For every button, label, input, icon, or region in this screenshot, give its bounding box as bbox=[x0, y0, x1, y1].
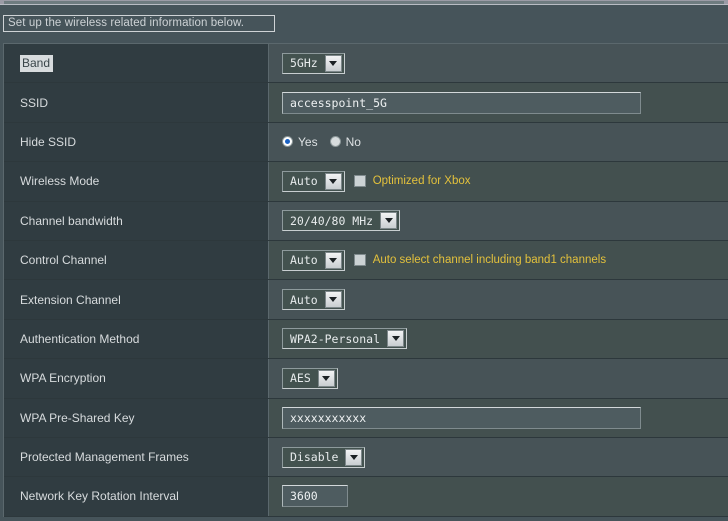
radio-option-label: No bbox=[345, 134, 361, 149]
chevron-down-icon[interactable] bbox=[324, 172, 342, 190]
settings-row-ssid: SSID accesspoint_5G bbox=[4, 83, 728, 123]
settings-row-wpa-pre-shared-key: WPA Pre-Shared Key xxxxxxxxxxx bbox=[4, 398, 728, 438]
select-band[interactable]: 5GHz bbox=[282, 52, 345, 74]
chevron-down-icon[interactable] bbox=[380, 212, 398, 230]
chevron-down-icon[interactable] bbox=[387, 330, 405, 348]
row-label-wpa-encryption: WPA Encryption bbox=[4, 359, 269, 398]
row-label-text: Hide SSID bbox=[20, 134, 77, 149]
select-value-channel-bandwidth: 20/40/80 MHz bbox=[290, 213, 374, 228]
settings-row-authentication-method: Authentication Method WPA2-Personal bbox=[4, 319, 728, 360]
section-heading: Set up the wireless related information … bbox=[3, 15, 275, 32]
row-value-channel-bandwidth: 20/40/80 MHz bbox=[269, 201, 728, 240]
row-label-control-channel: Control Channel bbox=[4, 240, 269, 280]
row-label-text: WPA Encryption bbox=[20, 371, 106, 386]
select-protected-management-frames[interactable]: Disable bbox=[282, 446, 366, 468]
row-value-band: 5GHz bbox=[269, 44, 728, 83]
row-label-network-key-rotation-interval: Network Key Rotation Interval bbox=[4, 477, 269, 516]
row-label-hide-ssid: Hide SSID bbox=[4, 122, 269, 162]
wireless-settings-page: Set up the wireless related information … bbox=[0, 5, 728, 521]
row-label-extension-channel: Extension Channel bbox=[4, 280, 269, 319]
row-value-ssid: accesspoint_5G bbox=[269, 83, 728, 122]
row-label-text: Channel bandwidth bbox=[20, 213, 123, 228]
row-label-text: Authentication Method bbox=[20, 331, 140, 346]
radio-option-hide-ssid-no[interactable]: No bbox=[329, 134, 361, 149]
select-value-extension-channel: Auto bbox=[290, 292, 318, 307]
settings-row-hide-ssid: Hide SSID Yes No bbox=[4, 122, 728, 163]
row-value-wpa-pre-shared-key: xxxxxxxxxxx bbox=[269, 398, 728, 437]
select-channel-bandwidth[interactable]: 20/40/80 MHz bbox=[282, 210, 401, 232]
row-label-text: WPA Pre-Shared Key bbox=[20, 410, 135, 425]
select-extension-channel[interactable]: Auto bbox=[282, 289, 345, 311]
radio-icon[interactable] bbox=[282, 136, 293, 148]
chevron-down-icon[interactable] bbox=[324, 251, 342, 269]
radio-option-label: Yes bbox=[298, 134, 318, 149]
row-label-text: Extension Channel bbox=[20, 292, 121, 307]
row-label-ssid: SSID bbox=[4, 83, 269, 122]
select-value-band: 5GHz bbox=[290, 56, 318, 71]
checkbox-control-channel[interactable]: Auto select channel including band1 chan… bbox=[353, 254, 607, 267]
select-value-wireless-mode: Auto bbox=[290, 174, 318, 189]
row-label-protected-management-frames: Protected Management Frames bbox=[4, 437, 269, 477]
select-value-wpa-encryption: AES bbox=[290, 371, 311, 386]
radio-group-hide-ssid: Yes No bbox=[282, 135, 361, 149]
checkbox-label: Optimized for Xbox bbox=[372, 175, 471, 188]
settings-row-channel-bandwidth: Channel bandwidth 20/40/80 MHz bbox=[4, 201, 728, 241]
row-label-wireless-mode: Wireless Mode bbox=[4, 162, 269, 201]
row-value-control-channel: Auto Auto select channel including band1 … bbox=[269, 240, 728, 280]
row-value-extension-channel: Auto bbox=[269, 280, 728, 319]
settings-row-network-key-rotation-interval: Network Key Rotation Interval 3600 bbox=[4, 477, 728, 517]
chevron-down-icon[interactable] bbox=[324, 54, 342, 72]
row-label-text: Network Key Rotation Interval bbox=[20, 489, 179, 504]
window-top-strip-inner bbox=[4, 1, 724, 4]
settings-row-band: Band 5GHz bbox=[4, 44, 728, 84]
row-value-wireless-mode: Auto Optimized for Xbox bbox=[269, 162, 728, 201]
row-value-network-key-rotation-interval: 3600 bbox=[269, 477, 728, 516]
radio-icon[interactable] bbox=[329, 136, 341, 148]
input-wpa-pre-shared-key[interactable]: xxxxxxxxxxx bbox=[282, 406, 641, 429]
input-ssid[interactable]: accesspoint_5G bbox=[282, 91, 641, 114]
wireless-settings-table: Band 5GHz SSID accesspoint_5G Hide SSID Yes No… bbox=[3, 43, 728, 517]
row-label-text: Wireless Mode bbox=[20, 174, 100, 189]
row-label-text: Protected Management Frames bbox=[20, 450, 189, 465]
row-value-protected-management-frames: Disable bbox=[269, 437, 728, 477]
settings-row-protected-management-frames: Protected Management Frames Disable bbox=[4, 437, 728, 478]
settings-row-wireless-mode: Wireless Mode Auto Optimized for Xbox bbox=[4, 162, 728, 202]
row-label-band: Band bbox=[4, 44, 269, 83]
row-label-authentication-method: Authentication Method bbox=[4, 319, 269, 359]
checkbox-label: Auto select channel including band1 chan… bbox=[372, 254, 607, 267]
select-value-authentication-method: WPA2-Personal bbox=[290, 331, 381, 346]
section-heading-text: Set up the wireless related information … bbox=[8, 17, 245, 29]
row-label-text: SSID bbox=[20, 95, 49, 110]
checkbox-icon[interactable] bbox=[353, 254, 366, 267]
chevron-down-icon[interactable] bbox=[317, 369, 335, 387]
select-wireless-mode[interactable]: Auto bbox=[282, 170, 345, 192]
select-value-protected-management-frames: Disable bbox=[290, 450, 339, 465]
chevron-down-icon[interactable] bbox=[345, 448, 363, 466]
settings-row-extension-channel: Extension Channel Auto bbox=[4, 280, 728, 320]
input-network-key-rotation-interval[interactable]: 3600 bbox=[282, 485, 348, 508]
row-value-authentication-method: WPA2-Personal bbox=[269, 319, 728, 359]
checkbox-wireless-mode[interactable]: Optimized for Xbox bbox=[353, 175, 471, 188]
select-wpa-encryption[interactable]: AES bbox=[282, 367, 338, 389]
select-authentication-method[interactable]: WPA2-Personal bbox=[282, 328, 408, 350]
row-label-text: Band bbox=[20, 54, 54, 72]
settings-row-control-channel: Control Channel Auto Auto select channel i… bbox=[4, 240, 728, 281]
row-value-hide-ssid: Yes No bbox=[269, 122, 728, 162]
select-control-channel[interactable]: Auto bbox=[282, 249, 345, 271]
row-value-wpa-encryption: AES bbox=[269, 359, 728, 398]
checkbox-icon[interactable] bbox=[353, 175, 366, 188]
row-label-channel-bandwidth: Channel bandwidth bbox=[4, 201, 269, 240]
row-label-wpa-pre-shared-key: WPA Pre-Shared Key bbox=[4, 398, 269, 437]
row-label-text: Control Channel bbox=[20, 253, 107, 268]
chevron-down-icon[interactable] bbox=[324, 291, 342, 309]
radio-option-hide-ssid-yes[interactable]: Yes bbox=[282, 135, 318, 149]
select-value-control-channel: Auto bbox=[290, 253, 318, 268]
settings-row-wpa-encryption: WPA Encryption AES bbox=[4, 359, 728, 399]
